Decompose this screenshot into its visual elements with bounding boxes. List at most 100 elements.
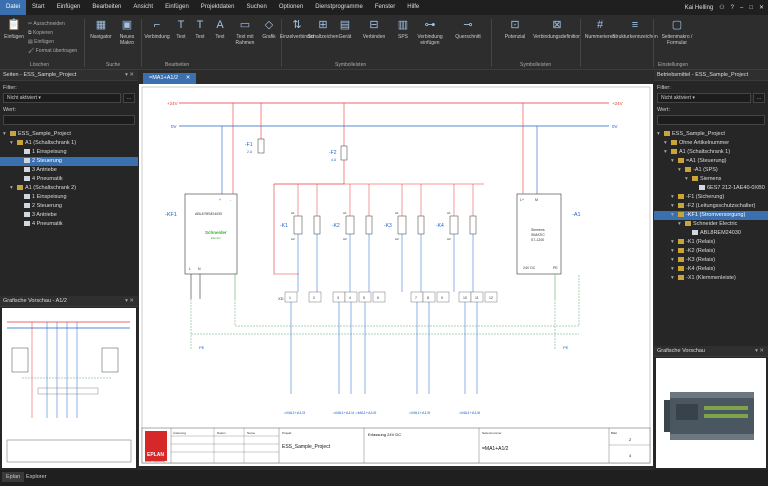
tree-item[interactable]: ▾ -K1 (Relais)	[654, 238, 768, 247]
copy-button[interactable]: ⧉ Kopieren	[28, 30, 53, 36]
tree-item[interactable]: 4 Pneumatik	[0, 220, 138, 229]
expand-arrow-icon[interactable]: ▾	[678, 166, 685, 175]
tree-item[interactable]: ▾ A1 (Schaltschrank 1)	[0, 139, 138, 148]
format-painter-button[interactable]: 🖌 Format übertragen	[28, 48, 77, 54]
expand-arrow-icon[interactable]: ▾	[678, 220, 685, 229]
expand-arrow-icon[interactable]: ▾	[664, 148, 671, 157]
device-button[interactable]: ▤ Gerät	[336, 18, 354, 41]
expand-arrow-icon[interactable]: ▾	[671, 211, 678, 220]
potential-button[interactable]: ⊡ Potenzial	[495, 18, 535, 41]
expand-arrow-icon[interactable]: ▾	[671, 274, 678, 283]
tree-item[interactable]: ▾ Ohne Artikelnummer	[654, 139, 768, 148]
cabinet-button[interactable]: ⊟ Verbinden	[356, 18, 392, 41]
schematic-drawing[interactable]: +24V +24V 0V 0V -F1 2 A -F2 4 A -KF1 ABL…	[139, 84, 653, 466]
menu-start[interactable]: Start	[26, 0, 51, 15]
value-input[interactable]	[3, 115, 135, 125]
tree-item[interactable]: ▾ A1 (Schaltschrank 2)	[0, 184, 138, 193]
relay-k2[interactable]: -K2 A1 A2	[332, 184, 355, 292]
menu-insert[interactable]: Einfügen	[51, 0, 87, 15]
terminal[interactable]	[358, 291, 372, 303]
menu-project-data[interactable]: Projektdaten	[195, 0, 241, 15]
expand-arrow-icon[interactable]: ▾	[685, 175, 692, 184]
maximize-icon[interactable]: □	[749, 5, 753, 11]
menu-edit[interactable]: Bearbeiten	[86, 0, 127, 15]
user-icon[interactable]: ⚇	[719, 4, 724, 11]
menu-utilities[interactable]: Dienstprogramme	[309, 0, 369, 15]
terminal[interactable]	[372, 291, 386, 303]
expand-arrow-icon[interactable]: ▾	[664, 139, 671, 148]
structure-button[interactable]: ≡ Strukturkennzeichen	[612, 18, 658, 41]
relay-k3[interactable]: -K3 A1 A2	[384, 184, 407, 292]
menu-view[interactable]: Ansicht	[127, 0, 159, 15]
filter-edit-button[interactable]: …	[123, 93, 135, 103]
tree-item[interactable]: ▾ -X1 (Klemmenleiste)	[654, 274, 768, 283]
new-macro-button[interactable]: ▣ Neues Makro	[116, 18, 138, 47]
tree-item[interactable]: ▾ =A1 (Steuerung)	[654, 157, 768, 166]
menu-options[interactable]: Optionen	[273, 0, 309, 15]
menu-search[interactable]: Suchen	[240, 0, 272, 15]
tree-item[interactable]: 3 Antriebe	[0, 211, 138, 220]
tree-item[interactable]: ▾ Siemens	[654, 175, 768, 184]
help-icon[interactable]: ?	[731, 5, 734, 11]
text-button-3[interactable]: A Text	[212, 18, 228, 41]
page-macro-button[interactable]: ▢ Seitenmakro / Formular	[657, 18, 697, 47]
text-button-2[interactable]: T Text	[192, 18, 208, 41]
terminal[interactable]	[308, 291, 322, 303]
interruption-button[interactable]: ⇅ Einzelverbinder	[280, 18, 314, 41]
tree-item[interactable]: ▾ -F1 (Sicherung)	[654, 193, 768, 202]
expand-arrow-icon[interactable]: ▾	[657, 130, 664, 139]
tree-item[interactable]: ▾ ESS_Sample_Project	[654, 130, 768, 139]
panel-pin-icon[interactable]: ▾ ✕	[125, 296, 138, 306]
tree-item[interactable]: 2 Steuerung	[0, 157, 138, 166]
tree-item[interactable]: ▾ A1 (Schaltschrank 1)	[654, 148, 768, 157]
panel-pin-icon[interactable]: ▾ ✕	[755, 346, 768, 356]
value-input[interactable]	[657, 115, 765, 125]
tree-item[interactable]: ABL8REM24030	[654, 229, 768, 238]
terminal-strip[interactable]: 1 2 3 4 5 6 7 8 9 10 11 12	[284, 291, 498, 303]
terminal-strip-button[interactable]: ⊠ Verbindungsdefinition	[533, 18, 581, 41]
tree-item[interactable]: ▾ -F2 (Leitungsschutzschalter)	[654, 202, 768, 211]
text-frame-button[interactable]: ▭ Text mit Rahmen	[232, 18, 258, 47]
text-button-1[interactable]: T Text	[173, 18, 189, 41]
connection-insert-button[interactable]: ⊶ Verbindung einfügen	[414, 18, 446, 47]
tree-item[interactable]: 1 Einspeisung	[0, 193, 138, 202]
menu-insert-2[interactable]: Einfügen	[159, 0, 195, 15]
filter-edit-button[interactable]: …	[753, 93, 765, 103]
fuse-f1[interactable]	[257, 138, 265, 154]
terminal[interactable]	[332, 291, 346, 303]
menu-file[interactable]: Datei	[0, 0, 27, 15]
plc-button[interactable]: ▥ SPS	[394, 18, 412, 41]
tree-item[interactable]: ▾ Schneider Electric	[654, 220, 768, 229]
user-name[interactable]: Kai Helling	[685, 5, 714, 11]
cut-button[interactable]: ✂ Ausschneiden	[28, 21, 65, 27]
minimize-icon[interactable]: –	[740, 5, 743, 11]
filter-select[interactable]: Nicht aktiviert ▾	[3, 93, 121, 103]
document-tab[interactable]: =MA1+A1/2 ✕	[143, 73, 197, 84]
tree-item[interactable]: 1 Einspeisung	[0, 148, 138, 157]
tree-item[interactable]: ▾ -K2 (Relais)	[654, 247, 768, 256]
terminal[interactable]	[422, 291, 436, 303]
expand-arrow-icon[interactable]: ▾	[671, 193, 678, 202]
status-tab-eplan[interactable]: Eplan	[2, 472, 25, 482]
expand-arrow-icon[interactable]: ▾	[10, 139, 17, 148]
expand-arrow-icon[interactable]: ▾	[671, 265, 678, 274]
schematic-canvas[interactable]: +24V +24V 0V 0V -F1 2 A -F2 4 A -KF1 ABL…	[139, 84, 653, 466]
symbol-button[interactable]: ⊞ Schaltzeichen	[307, 18, 338, 41]
relay-k4[interactable]: -K4 A1 A2	[436, 184, 459, 292]
tree-item[interactable]: ▾ ESS_Sample_Project	[0, 130, 138, 139]
panel-pin-icon[interactable]: ▾ ✕	[125, 70, 138, 80]
page-thumbnail[interactable]	[2, 308, 136, 468]
paste-button[interactable]: 📋 Einfügen	[3, 18, 25, 41]
expand-arrow-icon[interactable]: ▾	[10, 184, 17, 193]
tree-item[interactable]: ▾ -K3 (Relais)	[654, 256, 768, 265]
tree-item[interactable]: ▾ -K4 (Relais)	[654, 265, 768, 274]
filter-select[interactable]: Nicht aktiviert ▾	[657, 93, 751, 103]
menu-help[interactable]: Hilfe	[401, 0, 425, 15]
terminal[interactable]	[410, 291, 424, 303]
status-tab-explorer[interactable]: Explorer	[22, 472, 50, 482]
expand-arrow-icon[interactable]: ▾	[671, 202, 678, 211]
close-tab-icon[interactable]: ✕	[186, 75, 191, 81]
graphic-button[interactable]: ◇ Grafik	[260, 18, 278, 41]
terminal[interactable]	[284, 291, 298, 303]
connection-def-button[interactable]: ⊸ Querschnitt	[448, 18, 488, 41]
